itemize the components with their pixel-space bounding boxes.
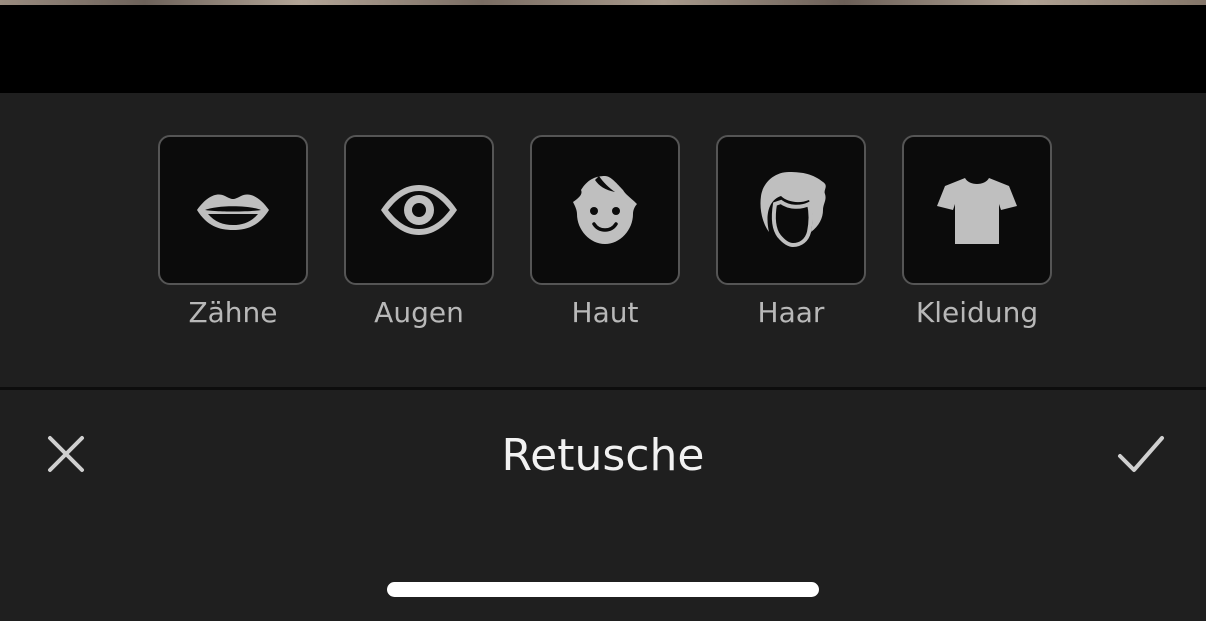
tool-clothing[interactable]: Kleidung [902, 135, 1052, 335]
lips-icon [197, 194, 269, 230]
eye-icon [381, 185, 457, 235]
retouch-screen: Zähne Augen Haut Haar Kleidung Retusche [0, 0, 1206, 621]
close-icon [48, 436, 84, 472]
tool-skin-label: Haut [571, 296, 639, 329]
confirm-button[interactable] [1112, 428, 1168, 480]
tool-eyes-button[interactable] [344, 135, 494, 285]
tool-hair[interactable]: Haar [716, 135, 866, 335]
tool-eyes-label: Augen [374, 296, 464, 329]
screen-title: Retusche [501, 430, 705, 481]
face-icon [573, 176, 637, 244]
tool-teeth-label: Zähne [188, 296, 278, 329]
tool-hair-label: Haar [757, 296, 825, 329]
tool-skin[interactable]: Haut [530, 135, 680, 335]
checkmark-icon [1118, 436, 1164, 472]
close-button[interactable] [40, 428, 92, 480]
tool-teeth-button[interactable] [158, 135, 308, 285]
shirt-icon [937, 178, 1017, 244]
tool-skin-button[interactable] [530, 135, 680, 285]
tool-clothing-label: Kleidung [915, 296, 1039, 329]
photo-canvas-area [0, 5, 1206, 93]
home-indicator[interactable] [387, 582, 819, 597]
hair-icon [760, 172, 826, 248]
tool-clothing-button[interactable] [902, 135, 1052, 285]
tool-hair-button[interactable] [716, 135, 866, 285]
tool-eyes[interactable]: Augen [344, 135, 494, 335]
tool-teeth[interactable]: Zähne [158, 135, 308, 335]
